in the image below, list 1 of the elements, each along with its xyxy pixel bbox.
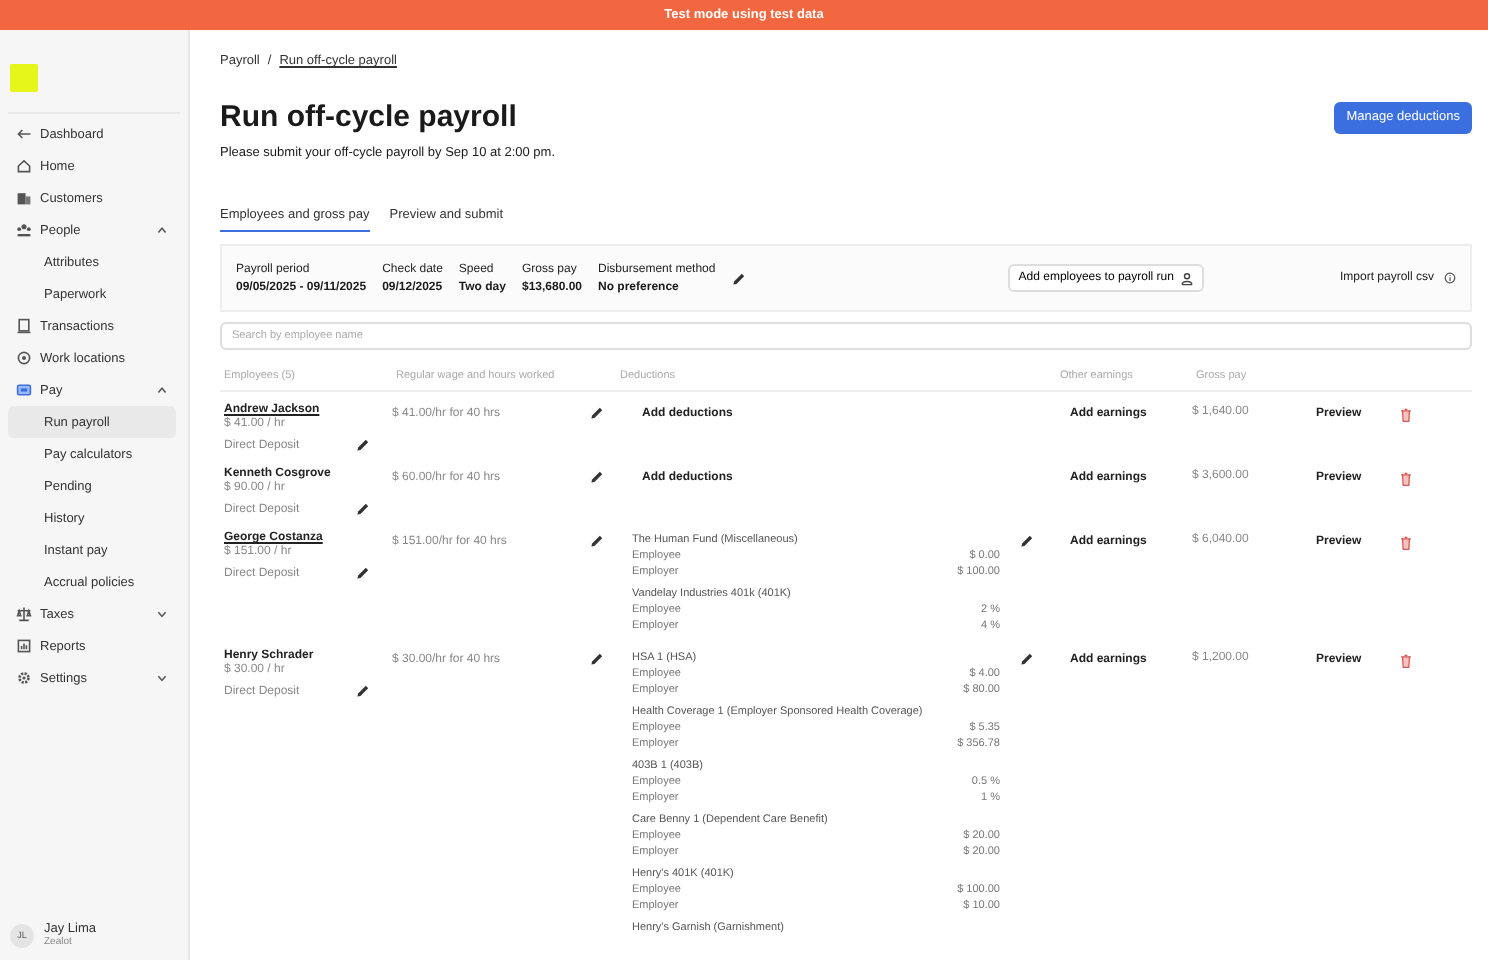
page-title: Run off-cycle payroll <box>220 100 517 134</box>
